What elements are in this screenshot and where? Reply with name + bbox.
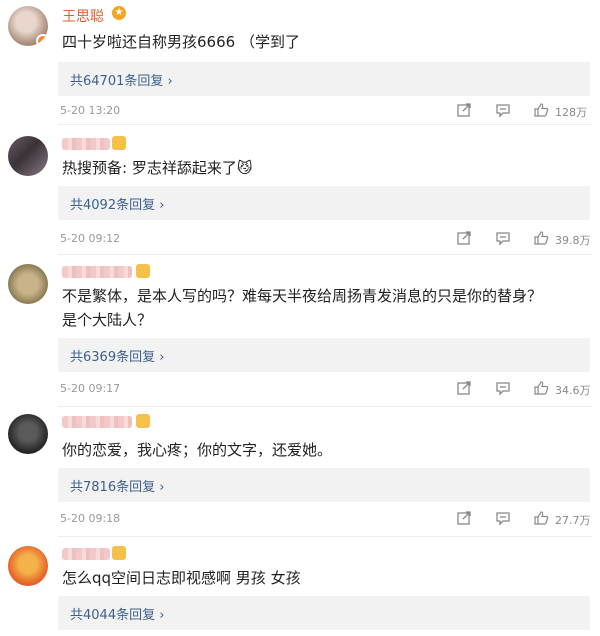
share-icon[interactable] — [456, 230, 472, 246]
author-name[interactable]: 王思聪 — [62, 6, 104, 26]
divider — [58, 124, 592, 125]
comment-date: 5-20 13:20 — [60, 104, 121, 117]
thumbs-up-icon[interactable] — [533, 380, 549, 396]
view-replies-link[interactable]: 共64701条回复 › — [70, 70, 173, 89]
member-badge-icon — [112, 546, 126, 560]
comment-icon[interactable] — [495, 102, 511, 118]
comment-icon[interactable] — [495, 510, 511, 526]
share-icon[interactable] — [456, 510, 472, 526]
comment-meta: 5-20 13:20 128万 — [0, 102, 600, 122]
comment-text: 热搜预备: 罗志祥舔起来了😼 — [62, 159, 253, 177]
view-replies-link[interactable]: 共4092条回复 › — [70, 194, 164, 213]
divider — [58, 406, 592, 407]
blurred-username — [62, 138, 110, 150]
comment-date: 5-20 09:17 — [60, 382, 121, 395]
like-count: 27.7万 — [555, 514, 591, 527]
comment-meta: 5-20 09:12 39.8万 — [0, 230, 600, 250]
reply-box[interactable]: 共64701条回复 › — [58, 62, 590, 96]
comment-item: 怎么qq空间日志即视感啊 男孩 女孩 共4044条回复 › — [0, 544, 600, 634]
comment-meta: 5-20 09:17 34.6万 — [0, 380, 600, 400]
member-badge-icon — [112, 136, 126, 150]
like-count: 39.8万 — [555, 234, 591, 247]
comment-item: 不是繁体，是本人写的吗？难每天半夜给周扬青发消息的只是你的替身？ 是个大陆人？ … — [0, 262, 600, 402]
blurred-username — [62, 416, 132, 428]
share-icon[interactable] — [456, 380, 472, 396]
comment-meta: 5-20 09:18 27.7万 — [0, 510, 600, 530]
reply-box[interactable]: 共4092条回复 › — [58, 186, 590, 220]
comment-text: 四十岁啦还自称男孩6666 （学到了 — [62, 33, 300, 51]
blurred-username — [62, 266, 132, 278]
fan-badge-icon: ★ — [112, 6, 126, 20]
thumbs-up-icon[interactable] — [533, 102, 549, 118]
view-replies-link[interactable]: 共6369条回复 › — [70, 346, 164, 365]
verified-badge-icon — [36, 34, 48, 46]
thumbs-up-icon[interactable] — [533, 510, 549, 526]
comment-item: 热搜预备: 罗志祥舔起来了😼 共4092条回复 › 5-20 09:12 39.… — [0, 134, 600, 254]
avatar[interactable] — [8, 264, 48, 304]
blurred-username — [62, 548, 110, 560]
avatar[interactable] — [8, 136, 48, 176]
reply-box[interactable]: 共6369条回复 › — [58, 338, 590, 372]
avatar[interactable] — [8, 414, 48, 454]
avatar[interactable] — [8, 6, 48, 46]
divider — [58, 536, 592, 537]
comment-feed: 王思聪 ★ 四十岁啦还自称男孩6666 （学到了 共64701条回复 › 5-2… — [0, 0, 600, 636]
share-icon[interactable] — [456, 102, 472, 118]
comment-text: 怎么qq空间日志即视感啊 男孩 女孩 — [62, 569, 301, 587]
comment-date: 5-20 09:12 — [60, 232, 121, 245]
member-badge-icon — [136, 264, 150, 278]
comment-text: 你的恋爱，我心疼；你的文字，还爱她。 — [62, 441, 333, 459]
comment-icon[interactable] — [495, 380, 511, 396]
comment-icon[interactable] — [495, 230, 511, 246]
comment-text-line-2: 是个大陆人？ — [62, 311, 153, 329]
thumbs-up-icon[interactable] — [533, 230, 549, 246]
comment-text-line-1: 不是繁体，是本人写的吗？难每天半夜给周扬青发消息的只是你的替身？ — [62, 287, 543, 305]
comment-date: 5-20 09:18 — [60, 512, 121, 525]
like-count: 34.6万 — [555, 384, 591, 397]
view-replies-link[interactable]: 共7816条回复 › — [70, 476, 164, 495]
comment-item: 王思聪 ★ 四十岁啦还自称男孩6666 （学到了 共64701条回复 › 5-2… — [0, 4, 600, 124]
avatar[interactable] — [8, 546, 48, 586]
comment-item: 你的恋爱，我心疼；你的文字，还爱她。 共7816条回复 › 5-20 09:18… — [0, 412, 600, 532]
divider — [58, 254, 592, 255]
reply-box[interactable]: 共4044条回复 › — [58, 596, 590, 630]
reply-box[interactable]: 共7816条回复 › — [58, 468, 590, 502]
member-badge-icon — [136, 414, 150, 428]
view-replies-link[interactable]: 共4044条回复 › — [70, 604, 164, 623]
like-count: 128万 — [555, 106, 587, 119]
